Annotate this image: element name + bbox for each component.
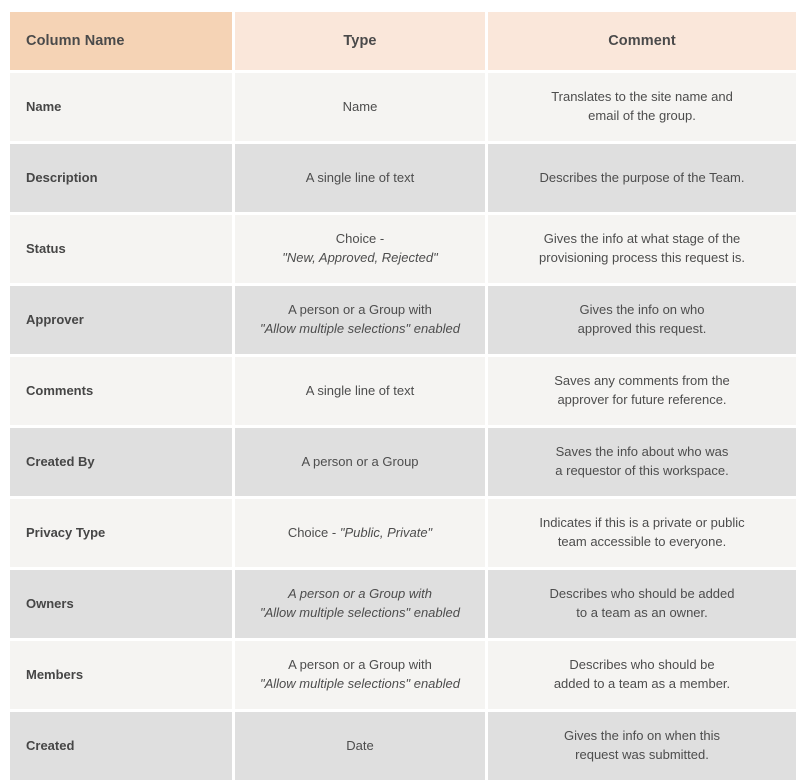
type-line: A person or a Group with xyxy=(288,302,432,318)
comment-line: request was submitted. xyxy=(575,747,709,762)
type-line: A person or a Group with xyxy=(288,657,432,673)
cell-column-name: Name xyxy=(10,73,232,141)
cell-comment: Gives the info at what stage of the provi… xyxy=(488,215,796,283)
type-line: A person or a Group with xyxy=(287,586,433,602)
comment-line: Translates to the site name and xyxy=(551,89,733,105)
table-row: Privacy Type Choice - "Public, Private" In… xyxy=(10,499,796,567)
cell-type: Choice - "Public, Private" xyxy=(235,499,485,567)
cell-column-name: Owners xyxy=(10,570,232,638)
comment-line: approver for future reference. xyxy=(557,392,727,407)
cell-type: A person or a Group xyxy=(235,428,485,496)
cell-comment: Indicates if this is a private or public… xyxy=(488,499,796,567)
cell-column-name: Approver xyxy=(10,286,232,354)
type-line: "Allow multiple selections" enabled xyxy=(259,676,460,691)
comment-line: Saves the info about who was xyxy=(555,444,729,460)
cell-comment: Gives the info on when this request was s… xyxy=(488,712,796,780)
column-spec-table: Column Name Type Comment Name Name Transla… xyxy=(7,9,799,783)
cell-comment: Describes who should be added to a team a… xyxy=(488,641,796,709)
cell-type: Name xyxy=(235,73,485,141)
cell-type: A single line of text xyxy=(235,144,485,212)
table-header: Column Name Type Comment xyxy=(10,12,796,70)
type-line: "Allow multiple selections" enabled xyxy=(259,321,460,336)
cell-column-name: Comments xyxy=(10,357,232,425)
header-cell-comment: Comment xyxy=(488,12,796,70)
cell-type: A single line of text xyxy=(235,357,485,425)
cell-type: A person or a Group with "Allow multiple … xyxy=(235,286,485,354)
table-row: Owners A person or a Group with "Allow mul… xyxy=(10,570,796,638)
cell-column-name: Members xyxy=(10,641,232,709)
comment-line: email of the group. xyxy=(588,108,696,123)
cell-comment: Gives the info on who approved this reque… xyxy=(488,286,796,354)
table-row: Comments A single line of text Saves any c… xyxy=(10,357,796,425)
type-line: Choice - xyxy=(287,524,340,540)
table-body: Name Name Translates to the site name and e… xyxy=(10,73,796,780)
comment-line: Describes who should be added xyxy=(549,586,735,602)
type-line: "Public, Private" xyxy=(339,524,433,540)
cell-comment: Describes who should be added to a team a… xyxy=(488,570,796,638)
cell-column-name: Status xyxy=(10,215,232,283)
column-spec-table-container: Column Name Type Comment Name Name Transla… xyxy=(10,12,796,780)
comment-line: provisioning process this request is. xyxy=(539,250,745,265)
type-line: Name xyxy=(342,98,378,114)
comment-line: Gives the info on who xyxy=(579,302,705,318)
cell-type: A person or a Group with "Allow multiple … xyxy=(235,641,485,709)
type-line: Date xyxy=(346,737,374,753)
table-row: Name Name Translates to the site name and e… xyxy=(10,73,796,141)
type-line: Choice - xyxy=(335,231,385,247)
comment-line: Gives the info on when this xyxy=(563,728,721,744)
comment-line: Saves any comments from the xyxy=(554,373,730,389)
comment-line: Describes who should be xyxy=(569,657,715,673)
comment-line: approved this request. xyxy=(577,321,707,336)
cell-type: Date xyxy=(235,712,485,780)
table-row: Description A single line of text Describe… xyxy=(10,144,796,212)
type-line: A person or a Group xyxy=(301,453,419,469)
header-cell-column-name: Column Name xyxy=(10,12,232,70)
cell-comment: Saves the info about who was a requestor … xyxy=(488,428,796,496)
header-row: Column Name Type Comment xyxy=(10,12,796,70)
comment-line: team accessible to everyone. xyxy=(557,534,727,549)
type-line: A single line of text xyxy=(305,169,415,185)
table-row: Created Date Gives the info on when this re… xyxy=(10,712,796,780)
table-row: Members A person or a Group with "Allow mu… xyxy=(10,641,796,709)
cell-column-name: Description xyxy=(10,144,232,212)
comment-line: to a team as an owner. xyxy=(576,605,708,620)
cell-column-name: Privacy Type xyxy=(10,499,232,567)
type-line: "Allow multiple selections" enabled xyxy=(259,605,460,620)
table-row: Created By A person or a Group Saves the i… xyxy=(10,428,796,496)
cell-type: A person or a Group with "Allow multiple … xyxy=(235,570,485,638)
comment-line: Gives the info at what stage of the xyxy=(543,231,741,247)
type-line: "New, Approved, Rejected" xyxy=(282,250,438,265)
comment-line: added to a team as a member. xyxy=(553,676,731,691)
comment-line: a requestor of this workspace. xyxy=(555,463,729,478)
table-row: Approver A person or a Group with "Allow m… xyxy=(10,286,796,354)
cell-comment: Translates to the site name and email of … xyxy=(488,73,796,141)
cell-comment: Saves any comments from the approver for … xyxy=(488,357,796,425)
comment-line: Describes the purpose of the Team. xyxy=(539,169,745,185)
comment-line: Indicates if this is a private or public xyxy=(539,515,745,531)
cell-comment: Describes the purpose of the Team. xyxy=(488,144,796,212)
table-row: Status Choice - "New, Approved, Rejected" G… xyxy=(10,215,796,283)
cell-column-name: Created xyxy=(10,712,232,780)
type-line: A single line of text xyxy=(305,382,415,398)
header-cell-type: Type xyxy=(235,12,485,70)
cell-type: Choice - "New, Approved, Rejected" xyxy=(235,215,485,283)
cell-column-name: Created By xyxy=(10,428,232,496)
